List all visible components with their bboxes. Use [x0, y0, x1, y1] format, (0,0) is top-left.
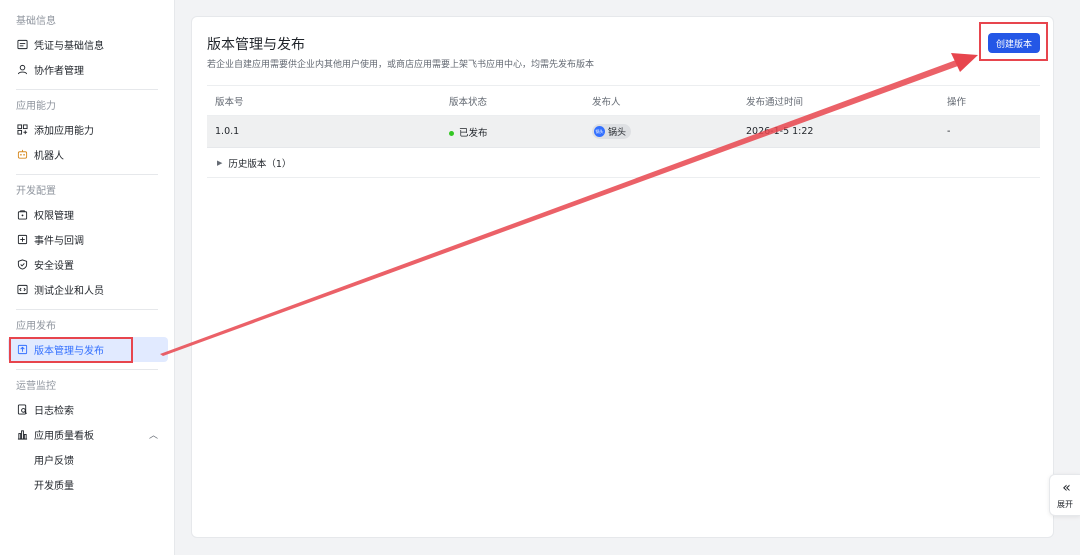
chevron-up-icon[interactable]: ︿ [149, 428, 158, 441]
sidebar-item-label: 协作者管理 [34, 66, 84, 77]
column-header-publisher: 发布人 [592, 96, 621, 108]
avatar: 锅头 [594, 126, 605, 137]
code-icon [17, 284, 28, 295]
sidebar-item-label: 事件与回调 [34, 236, 84, 247]
status-dot [449, 130, 454, 136]
divider [16, 369, 158, 370]
column-header-version: 版本号 [215, 96, 244, 108]
page-title: 版本管理与发布 [207, 37, 305, 53]
page-description: 若企业自建应用需要供企业内其他用户使用，或商店应用需要上架飞书应用中心，均需先发… [207, 60, 595, 70]
create-version-button[interactable]: 创建版本 [988, 33, 1040, 53]
divider [16, 174, 158, 175]
sidebar-item-label: 权限管理 [34, 211, 74, 222]
sidebar-item-credentials[interactable]: 凭证与基础信息 [8, 32, 168, 57]
sidebar-item-quality-dashboard[interactable]: 应用质量看板 ︿ [8, 422, 168, 447]
permission-icon [17, 209, 28, 220]
sidebar-item-label: 添加应用能力 [34, 126, 94, 137]
history-versions-toggle[interactable]: ▶ 历史版本（1） [207, 148, 1040, 178]
sidebar-item-label: 版本管理与发布 [34, 346, 104, 357]
status-cell: 已发布 [449, 125, 592, 139]
column-header-publish-time: 发布通过时间 [746, 96, 804, 108]
main-card: 版本管理与发布 若企业自建应用需要供企业内其他用户使用，或商店应用需要上架飞书应… [191, 16, 1054, 538]
publisher-name: 锅头 [608, 128, 627, 138]
sidebar-item-user-feedback[interactable]: 用户反馈 [8, 447, 168, 472]
sidebar-item-events[interactable]: 事件与回调 [8, 227, 168, 252]
group-title-basic: 基础信息 [16, 16, 56, 27]
version-cell: 1.0.1 [215, 126, 240, 137]
group-title-dev-config: 开发配置 [16, 186, 56, 197]
bar-chart-icon [17, 429, 28, 440]
expand-panel-button[interactable]: « 展开 [1049, 474, 1080, 516]
publisher-chip[interactable]: 锅头 锅头 [592, 124, 632, 139]
sidebar-item-label: 日志检索 [34, 406, 74, 417]
table-header: 版本号 版本状态 发布人 发布通过时间 操作 [207, 85, 1040, 116]
robot-icon [17, 149, 28, 160]
history-versions-label: 历史版本（1） [228, 158, 292, 170]
sidebar-item-permissions[interactable]: 权限管理 [8, 202, 168, 227]
log-search-icon [17, 404, 28, 415]
sidebar-item-version-management[interactable]: 版本管理与发布 [8, 337, 168, 362]
group-title-publish: 应用发布 [16, 321, 56, 332]
event-icon [17, 234, 28, 245]
group-title-monitoring: 运营监控 [16, 381, 56, 392]
caret-right-icon: ▶ [217, 158, 223, 167]
expand-label: 展开 [1057, 499, 1073, 509]
double-chevron-left-icon: « [1062, 479, 1070, 496]
action-cell: - [947, 126, 951, 137]
sidebar-item-label: 凭证与基础信息 [34, 41, 104, 52]
sidebar-item-robot[interactable]: 机器人 [8, 142, 168, 167]
table-row[interactable]: 1.0.1 已发布 锅头 锅头 2026-1-5 1:22 - [207, 116, 1040, 148]
add-capability-icon [17, 124, 28, 135]
sidebar-item-label: 开发质量 [34, 481, 74, 492]
publish-time-cell: 2026-1-5 1:22 [746, 126, 814, 137]
group-title-capability: 应用能力 [16, 101, 56, 112]
publisher-cell: 锅头 锅头 [592, 124, 746, 139]
sidebar-item-dev-quality[interactable]: 开发质量 [8, 472, 168, 497]
sidebar-item-log-search[interactable]: 日志检索 [8, 397, 168, 422]
user-icon [17, 64, 28, 75]
sidebar-item-label: 应用质量看板 [34, 431, 94, 442]
sidebar-item-test-org[interactable]: 测试企业和人员 [8, 277, 168, 302]
version-table: 版本号 版本状态 发布人 发布通过时间 操作 1.0.1 已发布 锅头 锅头 2… [207, 85, 1040, 178]
divider [16, 89, 158, 90]
sidebar-item-label: 测试企业和人员 [34, 286, 104, 297]
sidebar-item-label: 安全设置 [34, 261, 74, 272]
sidebar-item-label: 用户反馈 [34, 456, 74, 467]
sidebar-item-label: 机器人 [34, 151, 64, 162]
divider [16, 309, 158, 310]
column-header-action: 操作 [947, 96, 967, 108]
column-header-status: 版本状态 [449, 96, 488, 108]
upload-icon [17, 344, 28, 355]
sidebar: 基础信息 凭证与基础信息 协作者管理 应用能力 添加应用能力 机器人 开发配置 … [0, 0, 175, 555]
credential-icon [17, 39, 28, 50]
sidebar-item-collaborators[interactable]: 协作者管理 [8, 57, 168, 82]
sidebar-item-security[interactable]: 安全设置 [8, 252, 168, 277]
status-text: 已发布 [459, 127, 488, 139]
sidebar-item-add-capability[interactable]: 添加应用能力 [8, 117, 168, 142]
shield-icon [17, 259, 28, 270]
